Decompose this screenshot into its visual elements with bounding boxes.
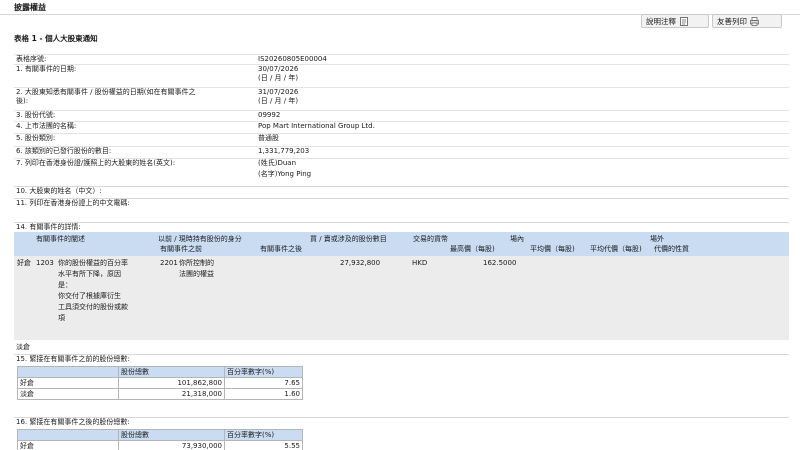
capacity-before-header: 有關事件之前 <box>160 245 202 253</box>
row-label: 好倉 <box>17 440 119 450</box>
field-value: (日 / 月 / 年) <box>258 97 299 105</box>
table-row: 好倉 73,930,000 5.55 <box>17 440 303 450</box>
capacity-after-header: 有關事件之後 <box>260 245 302 253</box>
printer-icon <box>750 16 759 26</box>
average-price-header: 平均價（每股) <box>530 245 575 253</box>
section-16-table: 股份總數 百分率數字(%) 好倉 73,930,000 5.55 <box>17 429 303 450</box>
offexchange-group-header: 場外 <box>650 235 664 243</box>
field-value: 1,331,779,203 <box>258 147 310 155</box>
consideration-nature-header: 代價的性質 <box>654 245 689 253</box>
currency-col-header: 交易的貨幣 <box>413 235 448 243</box>
capacity-group-header: 以前 / 現時持有股份的身分 <box>158 235 242 243</box>
avg-consideration-header: 平均代價（每股) <box>590 245 642 253</box>
section-15-title: 15. 緊接在有關事件之前的股份總數: <box>16 355 130 363</box>
field-value: (日 / 月 / 年) <box>258 74 299 82</box>
table-row: 好倉 101,862,800 7.65 <box>17 377 303 389</box>
capacity-desc-line: 法團的權益 <box>179 270 214 278</box>
blank-header-cell <box>17 429 119 441</box>
field-label: 1. 有關事件的日期: <box>16 65 77 73</box>
pct-header: 百分率數字(%) <box>224 429 303 441</box>
field-value: (名字)Yong Ping <box>258 170 312 178</box>
row-label: 好倉 <box>17 377 119 389</box>
table-row: 淡倉 21,318,000 1.60 <box>17 388 303 400</box>
field-row: 表格序號: IS20260805E00004 <box>14 54 789 63</box>
highest-price-header: 最高價（每股) <box>450 245 495 253</box>
field-row: 3. 股份代號: 09992 <box>14 110 789 119</box>
row-pct: 1.60 <box>224 388 303 400</box>
document-icon <box>679 16 688 26</box>
row-shares: 21,318,000 <box>118 388 225 400</box>
field-row: 1. 有關事件的日期: 30/07/2026 <box>14 64 789 73</box>
event-highest-price: 162.5000 <box>483 259 517 267</box>
section-14-label: 14. 有關事件的詳情: <box>16 223 81 231</box>
section-16-title: 16. 緊接在有關事件之後的股份總數: <box>16 418 130 426</box>
field-label: 3. 股份代號: <box>16 111 56 119</box>
section-15: 15. 緊接在有關事件之前的股份總數: <box>14 354 789 363</box>
event-desc-line: 是： <box>58 281 72 289</box>
shares-header: 股份總數 <box>118 366 225 378</box>
field-label: 7. 列印在香港身份證/護照上的大股東的姓名(英文): <box>16 159 176 167</box>
section-15-table: 股份總數 百分率數字(%) 好倉 101,862,800 7.65 淡倉 21,… <box>17 366 303 400</box>
events-table-header: 有關事件的闡述 以前 / 現時持有股份的身分 有關事件之前 有關事件之後 買 /… <box>14 232 789 256</box>
print-button[interactable]: 友善列印 <box>712 14 782 28</box>
field-value: 31/07/2026 <box>258 88 299 96</box>
field-label: 4. 上市法團的名稱: <box>16 122 77 130</box>
field-label: 表格序號: <box>16 55 47 63</box>
pct-header: 百分率數字(%) <box>224 366 303 378</box>
row-shares: 101,862,800 <box>118 377 225 389</box>
event-desc-line: 工具須交付的股份或款 <box>58 303 128 311</box>
section-11: 11. 列印在香港身份證上的中文電碼: <box>14 198 789 207</box>
event-position: 好倉 <box>17 259 31 267</box>
event-code: 1203 <box>36 259 54 267</box>
capacity-desc-line: 你所控制的 <box>179 259 214 267</box>
field-value: Pop Mart International Group Ltd. <box>258 122 375 130</box>
table-title: 表格 1 - 個人大股東通知 <box>14 34 98 43</box>
print-button-label: 友善列印 <box>717 16 747 26</box>
event-col-header: 有關事件的闡述 <box>36 235 85 243</box>
event-desc-line: 項 <box>58 314 65 322</box>
section-11-label: 11. 列印在香港身份證上的中文電碼: <box>16 199 130 207</box>
row-label: 淡倉 <box>17 388 119 400</box>
field-value: 30/07/2026 <box>258 65 299 73</box>
field-row: 4. 上市法團的名稱: Pop Mart International Group… <box>14 121 789 130</box>
field-label: 6. 該類別的已發行股份的數目: <box>16 147 112 155</box>
section-10-label: 10. 大股東的姓名（中文）: <box>16 187 102 195</box>
field-row: 7. 列印在香港身份證/護照上的大股東的姓名(英文): (姓氏)Duan <box>14 158 789 167</box>
field-label: 後): <box>16 97 29 105</box>
row-pct: 7.65 <box>224 377 303 389</box>
event-row: 好倉 1203 你的股份權益的百分率 水平有所下降，原因 是： 你交付了根據庫衍… <box>14 256 789 340</box>
field-row: 2. 大股東知悉有關事件 / 股份權益的日期(如在有關事件之 31/07/202… <box>14 87 789 96</box>
shares-header: 股份總數 <box>118 429 225 441</box>
row-shares: 73,930,000 <box>118 440 225 450</box>
page-title: 披露權益 <box>14 3 46 12</box>
field-value: 普通股 <box>258 134 279 142</box>
blank-header-cell <box>17 366 119 378</box>
notes-button-label: 說明注釋 <box>646 16 676 26</box>
field-value: (姓氏)Duan <box>258 159 297 167</box>
table-header-row: 股份總數 百分率數字(%) <box>17 429 303 441</box>
event-desc-line: 水平有所下降，原因 <box>58 270 121 278</box>
short-position-label: 淡倉 <box>16 343 30 351</box>
section-16: 16. 緊接在有關事件之後的股份總數: <box>14 417 789 426</box>
event-currency: HKD <box>412 259 428 267</box>
shares-col-header: 買 / 賣或涉及的股份數目 <box>310 235 387 243</box>
section-14: 14. 有關事件的詳情: <box>14 222 789 231</box>
field-value: 09992 <box>258 111 281 119</box>
event-desc-line: 你交付了根據庫衍生 <box>58 292 121 300</box>
row-pct: 5.55 <box>224 440 303 450</box>
table-header-row: 股份總數 百分率數字(%) <box>17 366 303 378</box>
notes-button[interactable]: 說明注釋 <box>641 14 709 28</box>
field-label: 5. 股份類別: <box>16 134 56 142</box>
field-value: IS20260805E00004 <box>258 55 327 63</box>
capacity-code: 2201 <box>160 259 178 267</box>
section-10: 10. 大股東的姓名（中文）: <box>14 186 789 195</box>
event-shares: 27,932,800 <box>340 259 381 267</box>
event-desc-line: 你的股份權益的百分率 <box>58 259 128 267</box>
field-label: 2. 大股東知悉有關事件 / 股份權益的日期(如在有關事件之 <box>16 88 196 96</box>
onexchange-group-header: 場內 <box>510 235 524 243</box>
field-row: 5. 股份類別: 普通股 <box>14 133 789 142</box>
field-row: 6. 該類別的已發行股份的數目: 1,331,779,203 <box>14 146 789 155</box>
